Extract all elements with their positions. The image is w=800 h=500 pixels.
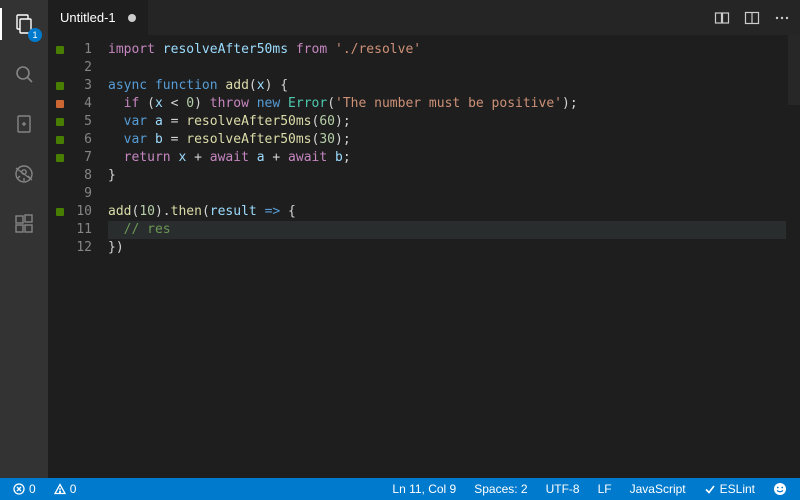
status-cursor[interactable]: Ln 11, Col 9 [387, 482, 461, 496]
tab-title: Untitled-1 [60, 10, 116, 25]
tab-untitled[interactable]: Untitled-1 [48, 0, 149, 35]
editor: Untitled-1 1 2 3 4 5 6 7 8 9 10 [48, 0, 800, 478]
explorer-icon[interactable]: 1 [0, 8, 48, 40]
code-content[interactable]: import resolveAfter50ms from './resolve'… [108, 35, 786, 478]
gutter: 1 2 3 4 5 6 7 8 9 10 11 12 [48, 35, 108, 478]
status-errors[interactable]: 0 [8, 482, 41, 496]
status-bar: 0 0 Ln 11, Col 9 Spaces: 2 UTF-8 LF Java… [0, 478, 800, 500]
search-icon[interactable] [0, 58, 48, 90]
code-area[interactable]: 1 2 3 4 5 6 7 8 9 10 11 12 import resolv… [48, 35, 800, 478]
explorer-badge: 1 [28, 28, 42, 42]
split-editor-icon[interactable] [744, 10, 760, 26]
status-indent[interactable]: Spaces: 2 [469, 482, 532, 496]
status-warnings[interactable]: 0 [49, 482, 82, 496]
more-icon[interactable] [774, 10, 790, 26]
feedback-icon[interactable] [768, 482, 792, 496]
tab-bar: Untitled-1 [48, 0, 800, 35]
debug-icon[interactable] [0, 158, 48, 190]
dirty-indicator-icon [128, 14, 136, 22]
status-language[interactable]: JavaScript [625, 482, 691, 496]
diff-icon[interactable] [0, 108, 48, 140]
status-encoding[interactable]: UTF-8 [541, 482, 585, 496]
compare-icon[interactable] [714, 10, 730, 26]
editor-actions [704, 0, 800, 35]
activity-bar: 1 [0, 0, 48, 478]
extensions-icon[interactable] [0, 208, 48, 240]
minimap[interactable] [786, 35, 800, 478]
status-eslint[interactable]: ESLint [699, 482, 760, 496]
status-eol[interactable]: LF [593, 482, 617, 496]
